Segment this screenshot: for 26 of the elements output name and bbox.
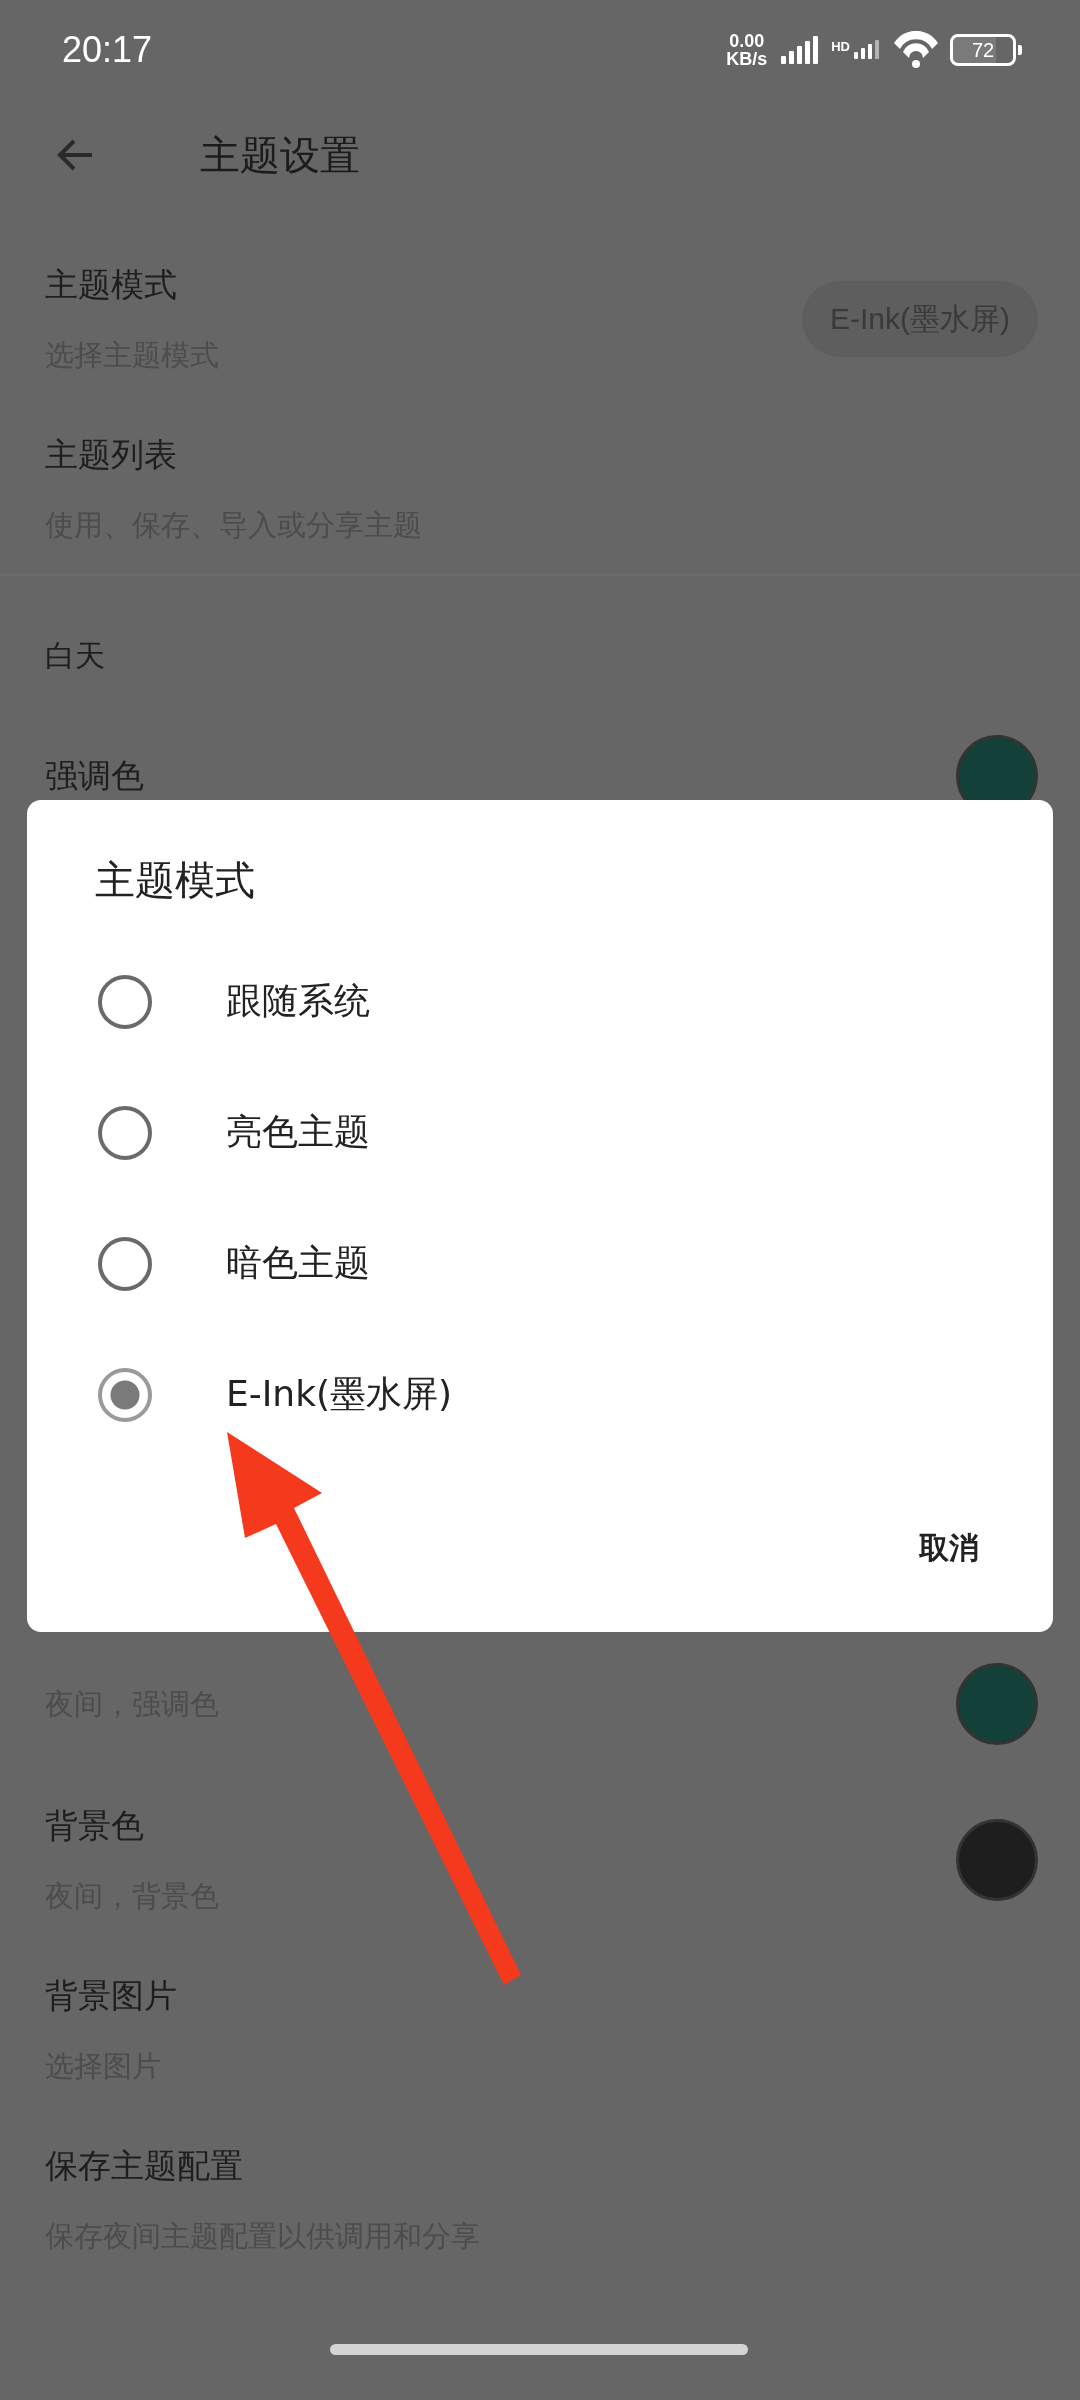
setting-title: 保存主题配置 <box>45 2145 244 2187</box>
network-unit-text: KB/s <box>726 50 768 68</box>
network-speed-text: 0.00 <box>729 32 765 50</box>
option-label[interactable]: 亮色主题 <box>226 1108 370 1157</box>
option-label[interactable]: 跟随系统 <box>226 977 370 1026</box>
radio-button[interactable] <box>98 1236 152 1291</box>
radio-button[interactable] <box>98 1367 152 1422</box>
setting-title: 主题列表 <box>45 434 178 476</box>
setting-title: 背景色 <box>45 1805 145 1847</box>
option-label[interactable]: E-Ink(墨水屏) <box>226 1370 453 1419</box>
setting-title: 主题模式 <box>45 264 178 306</box>
option-label[interactable]: 暗色主题 <box>226 1239 370 1288</box>
signal-icon <box>852 39 880 61</box>
page-title: 主题设置 <box>200 130 360 180</box>
battery-indicator: 72 <box>950 34 1022 66</box>
dialog-title: 主题模式 <box>94 856 256 904</box>
cancel-button[interactable]: 取消 <box>895 1508 1003 1589</box>
radio-button[interactable] <box>98 974 152 1029</box>
signal-icon <box>779 36 820 64</box>
radio-button[interactable] <box>98 1105 152 1160</box>
setting-title: 背景图片 <box>45 1975 177 2017</box>
wifi-icon <box>892 31 938 69</box>
setting-title: 强调色 <box>45 755 144 797</box>
clock-text: 20:17 <box>62 29 153 71</box>
section-header: 白天 <box>44 637 106 675</box>
hd-label: HD <box>831 39 850 54</box>
